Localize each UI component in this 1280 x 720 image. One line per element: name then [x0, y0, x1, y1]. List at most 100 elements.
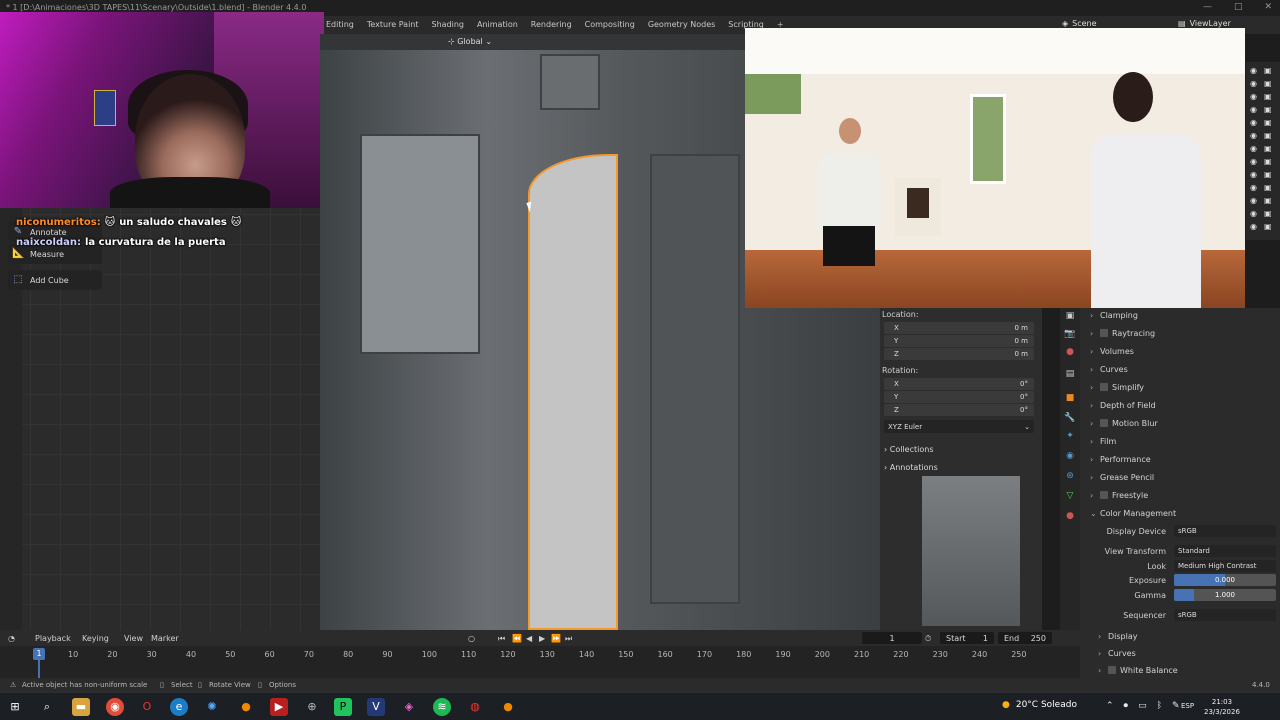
view-transform-dropdown[interactable]: Standard — [1174, 545, 1276, 557]
camera-icon[interactable]: ▣ — [1264, 196, 1274, 206]
section-volumes[interactable]: › Volumes — [1090, 344, 1270, 358]
section-motion-blur[interactable]: › Motion Blur — [1090, 416, 1270, 430]
object-tab-icon[interactable]: ■ — [1064, 392, 1076, 404]
marker-menu[interactable]: Marker — [151, 634, 179, 643]
eye-icon[interactable]: ◉ — [1250, 209, 1260, 219]
rotation-x-field[interactable]: X 0° — [884, 378, 1034, 390]
checkbox[interactable] — [1100, 383, 1108, 391]
location-x-field[interactable]: X 0 m — [884, 322, 1034, 334]
section-film[interactable]: › Film — [1090, 434, 1270, 448]
eye-icon[interactable]: ◉ — [1250, 79, 1260, 89]
jump-end-icon[interactable]: ⏭ — [565, 634, 572, 644]
jump-keyframe-back-icon[interactable]: ⏪ — [512, 634, 522, 643]
windows-start-icon[interactable]: ⊞ — [6, 698, 24, 716]
network-icon[interactable]: ▭ — [1138, 701, 1147, 711]
eye-icon[interactable]: ◉ — [1250, 118, 1260, 128]
camera-icon[interactable]: ▣ — [1264, 79, 1274, 89]
modifier-tab-icon[interactable]: 🔧 — [1064, 412, 1076, 424]
app-icon[interactable]: ✺ — [203, 698, 221, 716]
current-frame-field[interactable]: 1 — [862, 632, 922, 644]
checkbox[interactable] — [1100, 491, 1108, 499]
weather-widget[interactable]: ● 20°C Soleado — [1002, 700, 1077, 710]
playhead-frame[interactable]: 1 — [33, 648, 45, 660]
subsection-display[interactable]: › Display — [1098, 629, 1278, 643]
rotation-z-field[interactable]: Z 0° — [884, 404, 1034, 416]
obs-icon[interactable]: ◍ — [466, 698, 484, 716]
section-curves[interactable]: › Curves — [1090, 362, 1270, 376]
tab-geometry-nodes[interactable]: Geometry Nodes — [648, 20, 715, 29]
eye-icon[interactable]: ◉ — [1250, 183, 1260, 193]
end-frame-field[interactable]: End 250 — [998, 632, 1052, 644]
pycharm-icon[interactable]: P — [334, 698, 352, 716]
search-icon[interactable]: ⌕ — [38, 698, 56, 716]
eye-icon[interactable]: ◉ — [1250, 222, 1260, 232]
eye-icon[interactable]: ◉ — [1250, 131, 1260, 141]
tool-tab-icon[interactable]: ▣ — [1064, 310, 1076, 322]
start-frame-field[interactable]: Start 1 — [940, 632, 994, 644]
eye-icon[interactable]: ◉ — [1250, 105, 1260, 115]
mic-icon[interactable]: ⏺ — [1124, 701, 1129, 711]
playback-menu[interactable]: Playback — [35, 634, 71, 643]
app-icon[interactable]: ⊕ — [303, 698, 321, 716]
camera-icon[interactable]: ▣ — [1264, 209, 1274, 219]
display-device-dropdown[interactable]: sRGB — [1174, 525, 1276, 537]
view-layer-selector[interactable]: ▤ ViewLayer — [1178, 19, 1231, 28]
view-menu[interactable]: View — [124, 634, 143, 643]
record-button[interactable]: ○ — [468, 634, 475, 643]
close-button[interactable]: ✕ — [1264, 2, 1272, 12]
tab-texture-paint[interactable]: Texture Paint — [367, 20, 419, 29]
camera-icon[interactable]: ▣ — [1264, 92, 1274, 102]
video-app-icon[interactable]: ▶ — [270, 698, 288, 716]
language-indicator[interactable]: ESP — [1181, 702, 1194, 710]
eye-icon[interactable]: ◉ — [1250, 66, 1260, 76]
play-icon[interactable]: ▶ — [539, 634, 545, 643]
section-clamping[interactable]: › Clamping — [1090, 308, 1270, 322]
keying-menu[interactable]: Keying — [82, 634, 109, 643]
tool-add-cube[interactable]: ⬚ Add Cube — [8, 270, 102, 290]
scene-selector[interactable]: ◈ Scene — [1062, 19, 1097, 28]
exposure-slider[interactable]: 0.000 — [1174, 574, 1276, 586]
eye-icon[interactable]: ◉ — [1250, 157, 1260, 167]
eye-icon[interactable]: ◉ — [1250, 170, 1260, 180]
data-tab-icon[interactable]: ▽ — [1064, 490, 1076, 502]
section-depth-of-field[interactable]: › Depth of Field — [1090, 398, 1270, 412]
checkbox[interactable] — [1100, 329, 1108, 337]
eye-icon[interactable]: ◉ — [1250, 92, 1260, 102]
rotation-y-field[interactable]: Y 0° — [884, 391, 1034, 403]
vegas-icon[interactable]: V — [367, 698, 385, 716]
file-explorer-icon[interactable]: ▬ — [72, 698, 90, 716]
blender-icon[interactable]: ● — [237, 698, 255, 716]
selected-door-mesh[interactable] — [528, 154, 618, 630]
location-z-field[interactable]: Z 0 m — [884, 348, 1034, 360]
frame-ruler[interactable]: 10 20 30 40 50 60 70 80 90 100 110 120 130 140 150 160 1… — [0, 648, 1060, 662]
physics-tab-icon[interactable]: ◉ — [1064, 450, 1076, 462]
checkbox[interactable] — [1100, 419, 1108, 427]
checkbox[interactable] — [1108, 666, 1116, 674]
section-performance[interactable]: › Performance — [1090, 452, 1270, 466]
material-tab-icon[interactable]: ● — [1064, 510, 1076, 522]
section-grease-pencil[interactable]: › Grease Pencil — [1090, 470, 1270, 484]
edge-icon[interactable]: e — [170, 698, 188, 716]
chevron-up-icon[interactable]: ⌃ — [1106, 701, 1114, 711]
sequencer-dropdown[interactable]: sRGB — [1174, 609, 1276, 621]
section-simplify[interactable]: › Simplify — [1090, 380, 1270, 394]
tab-shading[interactable]: Shading — [432, 20, 465, 29]
annotations-section[interactable]: › Annotations — [884, 463, 938, 472]
jump-keyframe-forward-icon[interactable]: ⏩ — [551, 634, 561, 643]
camera-icon[interactable]: ▣ — [1264, 170, 1274, 180]
constraints-tab-icon[interactable]: ⊛ — [1064, 470, 1076, 482]
collections-section[interactable]: › Collections — [884, 445, 934, 454]
spotify-icon[interactable]: ≋ — [433, 698, 451, 716]
output-tab-icon[interactable]: ● — [1064, 346, 1076, 358]
camera-icon[interactable]: ▣ — [1264, 157, 1274, 167]
app-icon[interactable]: ◈ — [400, 698, 418, 716]
camera-icon[interactable]: ▣ — [1264, 222, 1274, 232]
camera-icon[interactable]: ▣ — [1264, 144, 1274, 154]
camera-icon[interactable]: ▣ — [1264, 131, 1274, 141]
camera-icon[interactable]: ▣ — [1264, 118, 1274, 128]
subsection-white-balance[interactable]: › White Balance — [1098, 663, 1278, 677]
bluetooth-icon[interactable]: ᛒ — [1157, 701, 1162, 711]
camera-icon[interactable]: ▣ — [1264, 105, 1274, 115]
view-layer-tab-icon[interactable]: ▤ — [1064, 368, 1076, 380]
maximize-button[interactable]: □ — [1234, 2, 1243, 12]
